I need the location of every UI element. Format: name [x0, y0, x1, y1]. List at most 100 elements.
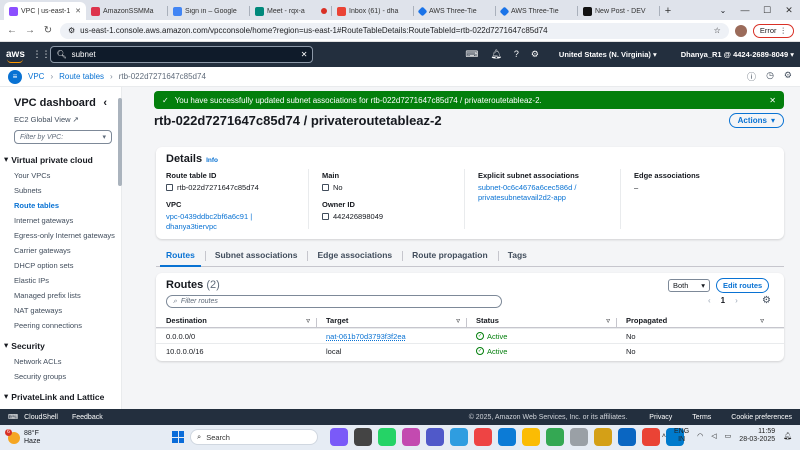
breadcrumb-route-tables[interactable]: Route tables — [59, 72, 104, 81]
chrome-profile-icon[interactable] — [546, 428, 564, 446]
browser-tab-gmail[interactable]: Inbox (61) - dha — [332, 2, 414, 20]
teams-icon[interactable] — [426, 428, 444, 446]
store-icon[interactable] — [450, 428, 468, 446]
chevron-up-icon[interactable]: ˄ — [662, 433, 666, 440]
tab-search-icon[interactable]: ⌄ — [716, 3, 730, 17]
feedback-link[interactable]: Feedback — [72, 414, 103, 421]
sidebar-item-egress-only[interactable]: Egress-only Internet gateways — [14, 231, 121, 240]
column-destination[interactable]: Destination ▿ — [156, 316, 316, 325]
help-icon[interactable]: ? — [514, 49, 519, 60]
aws-search-input[interactable]: 🔍︎ subnet ✕ — [50, 46, 314, 63]
terms-link[interactable]: Terms — [692, 414, 711, 421]
windows-start-icon[interactable] — [172, 431, 184, 443]
copy-icon[interactable] — [322, 213, 329, 220]
services-grid-icon[interactable]: ⋮⋮ — [32, 49, 50, 60]
new-tab-button[interactable]: + — [660, 2, 676, 20]
sidebar-item-dhcp[interactable]: DHCP option sets — [14, 261, 121, 270]
back-icon[interactable]: ← — [6, 25, 18, 36]
chrome-icon[interactable] — [522, 428, 540, 446]
forward-icon[interactable]: → — [24, 25, 36, 36]
clear-search-icon[interactable]: ✕ — [301, 50, 308, 59]
sidebar-item-peering[interactable]: Peering connections — [14, 321, 121, 330]
sidebar-item-internet-gateways[interactable]: Internet gateways — [14, 216, 121, 225]
privacy-link[interactable]: Privacy — [649, 414, 672, 421]
app-icon[interactable] — [570, 428, 588, 446]
browser-tab-three-tier-1[interactable]: AWS Three-Tie — [414, 2, 496, 20]
url-input[interactable]: ⚙ us-east-1.console.aws.amazon.com/vpcco… — [60, 22, 729, 39]
browser-tab-dev[interactable]: New Post - DEV — [578, 2, 660, 20]
sidebar-section-security[interactable]: ▾ Security — [4, 340, 121, 351]
minimize-icon[interactable]: — — [734, 0, 756, 20]
browser-tab-ssm[interactable]: AmazonSSMMa — [86, 2, 168, 20]
aws-logo[interactable]: aws — [6, 49, 26, 63]
browser-tab-three-tier-2[interactable]: AWS Three-Tie — [496, 2, 578, 20]
tab-edge-associations[interactable]: Edge associations — [307, 245, 402, 266]
taskbar-search-input[interactable]: ⌕ Search — [190, 429, 318, 445]
browser-tab-google[interactable]: Sign in – Google — [168, 2, 250, 20]
maximize-icon[interactable]: ☐ — [756, 0, 778, 20]
notifications-icon[interactable]: 🔔︎ — [783, 432, 792, 440]
route-type-select[interactable]: Both ▾ — [668, 279, 710, 292]
tab-subnet-associations[interactable]: Subnet associations — [204, 245, 308, 266]
edit-routes-button[interactable]: Edit routes — [716, 278, 770, 293]
cloudshell-icon[interactable]: ⌨ — [465, 49, 478, 60]
table-settings-gear-icon[interactable]: ⚙ — [762, 295, 771, 306]
close-window-icon[interactable]: ✕ — [778, 0, 800, 20]
browser-tab-meet[interactable]: Meet - rqx-a — [250, 2, 332, 20]
hamburger-menu-icon[interactable]: ≡ — [8, 69, 22, 84]
language-indicator[interactable]: ENG IN — [674, 428, 689, 444]
history-icon[interactable]: ◷ — [766, 70, 774, 83]
edge-icon[interactable] — [498, 428, 516, 446]
file-explorer-icon[interactable] — [354, 428, 372, 446]
sidebar-item-ec2-global-view[interactable]: EC2 Global View ↗ — [14, 115, 121, 124]
sidebar-item-your-vpcs[interactable]: Your VPCs — [14, 171, 121, 180]
breadcrumb-vpc[interactable]: VPC — [28, 72, 44, 81]
linkedin-icon[interactable] — [618, 428, 636, 446]
error-button[interactable]: Error ⋮ — [752, 23, 794, 38]
weather-widget[interactable]: 6 88°F Haze — [5, 428, 40, 446]
tab-tags[interactable]: Tags — [497, 245, 537, 266]
copilot-app-icon[interactable] — [402, 428, 420, 446]
column-status[interactable]: Status ▿ — [466, 316, 616, 328]
dismiss-icon[interactable]: ✕ — [769, 96, 776, 105]
sidebar-item-security-groups[interactable]: Security groups — [14, 372, 121, 381]
tab-routes[interactable]: Routes — [156, 245, 205, 267]
notifications-bell-icon[interactable]: 🔔︎ — [490, 49, 501, 60]
folder-icon[interactable] — [594, 428, 612, 446]
browser-tab-vpc[interactable]: VPC | us-east-1 ✕ — [4, 2, 86, 20]
column-propagated[interactable]: Propagated ▿ — [616, 316, 770, 328]
site-info-icon[interactable]: ⚙ — [68, 26, 75, 35]
sidebar-item-carrier-gateways[interactable]: Carrier gateways — [14, 246, 121, 255]
vpc-link[interactable]: vpc-0439ddbc2bf6a6c91 | dhanya3tiervpc — [166, 212, 259, 232]
tab-route-propagation[interactable]: Route propagation — [402, 245, 498, 266]
sidebar-item-prefix-lists[interactable]: Managed prefix lists — [14, 291, 121, 300]
chrome-alt-icon[interactable] — [642, 428, 660, 446]
gear-icon[interactable]: ⚙ — [784, 70, 792, 83]
battery-icon[interactable]: ▭ — [725, 432, 732, 440]
whatsapp-icon[interactable] — [378, 428, 396, 446]
collapse-sidebar-icon[interactable]: ‹ — [103, 97, 107, 109]
wifi-icon[interactable]: ◠ — [697, 432, 703, 440]
sidebar-item-route-tables[interactable]: Route tables — [14, 201, 121, 210]
nat-gateway-link[interactable]: nat-061b70d3793f3f2ea — [326, 332, 406, 341]
copy-icon[interactable] — [166, 184, 173, 191]
account-menu[interactable]: Dhanya_R1 @ 4424-2689-8049 ▾ — [681, 50, 794, 59]
settings-gear-icon[interactable]: ⚙ — [531, 49, 539, 60]
sidebar-item-network-acls[interactable]: Network ACLs — [14, 357, 121, 366]
clock[interactable]: 11:59 28-03-2025 — [739, 428, 775, 444]
profile-avatar[interactable] — [734, 24, 747, 37]
column-target[interactable]: Target ▿ — [316, 316, 466, 328]
media-app-icon[interactable] — [474, 428, 492, 446]
subnet-association-link[interactable]: subnet-0c6c4676a6cec586d / privatesubneta… — [478, 183, 579, 203]
cloudshell-link[interactable]: CloudShell — [24, 414, 58, 421]
vpc-filter-select[interactable]: Filter by VPC: ▾ — [14, 130, 112, 144]
region-selector[interactable]: United States (N. Virginia) ▾ — [559, 50, 657, 59]
sidebar-item-subnets[interactable]: Subnets — [14, 186, 121, 195]
reload-icon[interactable]: ↻ — [42, 25, 54, 36]
close-icon[interactable]: ✕ — [75, 7, 81, 15]
sidebar-section-vpc[interactable]: ▾ Virtual private cloud — [4, 154, 121, 165]
copilot-icon[interactable] — [330, 428, 348, 446]
filter-routes-input[interactable]: ⌕ Filter routes — [166, 295, 502, 308]
cookie-preferences-link[interactable]: Cookie preferences — [731, 414, 792, 421]
actions-button[interactable]: Actions ▾ — [728, 113, 784, 128]
